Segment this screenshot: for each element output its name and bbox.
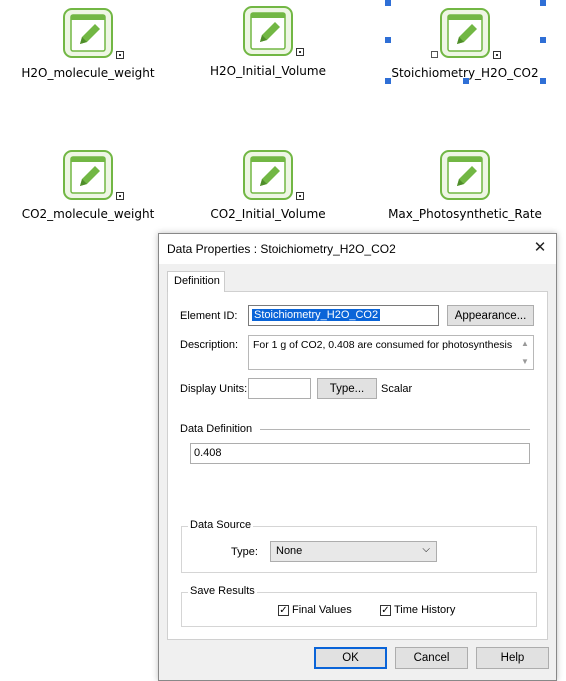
pencil-note-icon[interactable] (63, 150, 113, 200)
pencil-note-icon[interactable] (440, 8, 490, 58)
data-source-title: Data Source (188, 519, 254, 531)
pencil-note-icon[interactable] (440, 150, 490, 200)
node-label: Max_Photosynthetic_Rate (388, 207, 542, 221)
element-id-input[interactable]: Stoichiometry_H2O_CO2 (248, 305, 439, 326)
selection-handle[interactable] (431, 51, 438, 58)
pencil-note-icon[interactable] (243, 6, 293, 56)
data-definition-label: Data Definition (180, 423, 253, 435)
dialog-title-bar[interactable]: Data Properties : Stoichiometry_H2O_CO2 … (159, 234, 556, 264)
save-results-title: Save Results (188, 585, 257, 597)
time-history-checkbox[interactable]: ✓ (380, 605, 391, 616)
dialog-title: Data Properties : Stoichiometry_H2O_CO2 (167, 242, 396, 256)
node-port[interactable] (296, 192, 304, 200)
type-value: Scalar (381, 383, 413, 395)
element-id-value: Stoichiometry_H2O_CO2 (250, 308, 382, 322)
definition-panel: Element ID: Stoichiometry_H2O_CO2 Appear… (167, 291, 548, 640)
data-source-group: Data Source Type: None ⌵ (181, 519, 537, 573)
final-values-label: Final Values (292, 604, 352, 616)
selection-handle[interactable] (385, 0, 391, 6)
node-port[interactable] (116, 192, 124, 200)
node-label: H2O_Initial_Volume (210, 64, 326, 78)
data-definition-input[interactable]: 0.408 (190, 443, 530, 464)
final-values-checkbox[interactable]: ✓ (278, 605, 289, 616)
display-units-label: Display Units: (180, 383, 248, 395)
selection-handle[interactable] (540, 37, 546, 43)
node-label: CO2_Initial_Volume (210, 207, 326, 221)
node-port[interactable] (296, 48, 304, 56)
element-id-label: Element ID: (180, 310, 238, 322)
type-button[interactable]: Type... (317, 378, 377, 399)
display-units-input[interactable] (248, 378, 311, 399)
selection-handle[interactable] (463, 78, 469, 84)
description-textarea[interactable]: For 1 g of CO2, 0.408 are consumed for p… (248, 335, 534, 370)
scroll-down-icon[interactable]: ▼ (521, 358, 529, 366)
separator (260, 429, 530, 430)
node-label: H2O_molecule_weight (21, 66, 155, 80)
save-results-group: Save Results ✓ Final Values ✓ Time Histo… (181, 585, 537, 627)
selection-handle[interactable] (385, 37, 391, 43)
chevron-down-icon: ⌵ (422, 544, 430, 555)
pencil-note-icon[interactable] (243, 150, 293, 200)
data-properties-dialog: Data Properties : Stoichiometry_H2O_CO2 … (158, 233, 557, 681)
node-port[interactable] (493, 51, 501, 59)
selection-handle[interactable] (385, 78, 391, 84)
data-source-type-select[interactable]: None ⌵ (270, 541, 437, 562)
selection-handle[interactable] (540, 78, 546, 84)
tab-definition-label: Definition (174, 275, 220, 287)
data-source-type-label: Type: (231, 546, 258, 558)
time-history-label: Time History (394, 604, 456, 616)
close-icon[interactable]: ✕ (532, 240, 548, 256)
node-port[interactable] (116, 51, 124, 59)
data-definition-value: 0.408 (194, 447, 222, 459)
description-label: Description: (180, 339, 239, 351)
selection-handle[interactable] (540, 0, 546, 6)
node-label: CO2_molecule_weight (21, 207, 155, 221)
cancel-button[interactable]: Cancel (395, 647, 468, 669)
tab-definition[interactable]: Definition (167, 271, 225, 292)
ok-button[interactable]: OK (314, 647, 387, 669)
help-button[interactable]: Help (476, 647, 549, 669)
description-value: For 1 g of CO2, 0.408 are consumed for p… (253, 339, 513, 351)
appearance-button[interactable]: Appearance... (447, 305, 534, 326)
scroll-up-icon[interactable]: ▲ (521, 340, 529, 348)
pencil-note-icon[interactable] (63, 8, 113, 58)
